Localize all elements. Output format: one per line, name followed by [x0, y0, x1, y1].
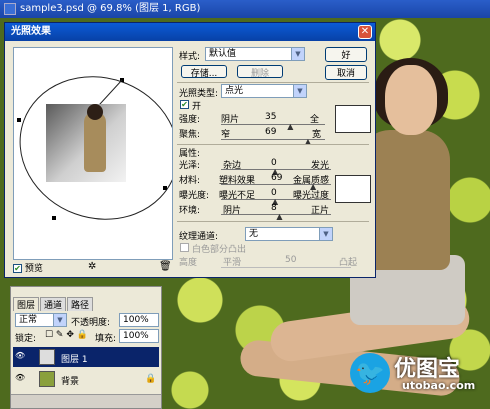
texture-channel-dropdown[interactable]: 无 ▼ [245, 227, 333, 241]
layers-panel: 图层 通道 路径 正常 ▼ 不透明度: 100% 锁定: ☐ ✎ ✥ 🔒 填充: 10… [10, 286, 162, 409]
style-dropdown[interactable]: 默认值 ▼ [205, 47, 305, 61]
document-title-bar: sample3.psd @ 69.8% (图层 1, RGB) [0, 0, 490, 18]
tab-channels[interactable]: 通道 [40, 297, 67, 311]
preview-label: 预览 [24, 264, 43, 274]
preview-thumbnail [46, 104, 126, 182]
gloss-label: 光泽: [179, 161, 201, 171]
fill-label: 填充: [95, 334, 117, 344]
opacity-input[interactable]: 100% [119, 313, 159, 327]
white-high-checkbox[interactable] [180, 243, 189, 252]
delete-button[interactable]: 删除 [237, 65, 283, 79]
photoshop-icon [4, 3, 16, 15]
document-title: sample3.psd @ 69.8% (图层 1, RGB) [20, 3, 201, 14]
ambient-color-swatch[interactable] [335, 175, 371, 203]
lock-icon: 🔒 [145, 374, 157, 384]
dialog-title-bar: 光照效果 ✕ [5, 23, 375, 41]
trash-icon[interactable]: 🗑 [159, 261, 172, 272]
focus-label: 聚焦: [179, 130, 201, 140]
ambience-label: 环境: [179, 206, 201, 216]
eye-icon[interactable]: 👁 [15, 351, 25, 361]
intensity-value: 35 [265, 112, 277, 122]
bird-logo-icon: 🐦 [350, 353, 390, 393]
style-label: 样式: [179, 52, 201, 62]
light-on-checkbox[interactable]: ✔ [180, 100, 189, 109]
lock-icons[interactable]: ☐ ✎ ✥ 🔒 [45, 330, 88, 340]
light-on-label: 开 [192, 102, 202, 112]
fill-input[interactable]: 100% [119, 329, 159, 343]
texture-channel-label: 纹理通道: [179, 232, 219, 242]
layers-tabs: 图层 通道 路径 [13, 297, 94, 311]
ok-button[interactable]: 好 [325, 47, 367, 62]
layer-row-layer1[interactable]: 👁 图层 1 [13, 347, 159, 367]
light-preview-area[interactable] [13, 47, 173, 260]
save-button[interactable]: 存储... [181, 65, 227, 79]
layer-name: 背景 [61, 377, 80, 387]
watermark: 🐦 优图宝 utobao.com [350, 345, 490, 409]
material-label: 材料: [179, 176, 201, 186]
height-value: 50 [285, 255, 297, 265]
tab-paths[interactable]: 路径 [67, 297, 94, 311]
focus-value: 69 [265, 127, 277, 137]
lighting-effects-dialog: 光照效果 ✕ ✔ 预览 ✲ 🗑 样式: 默认值 ▼ 存储... 删除 好 取消 光… [4, 22, 376, 278]
ambience-slider[interactable]: ▲ [276, 212, 282, 221]
tab-layers[interactable]: 图层 [13, 297, 40, 311]
intensity-label: 强度: [179, 115, 201, 125]
layer-row-background[interactable]: 👁 背景 🔒 [13, 369, 159, 389]
layer-thumbnail [39, 349, 55, 365]
watermark-url: utobao.com [402, 379, 476, 392]
blend-mode-dropdown[interactable]: 正常 ▼ [15, 313, 67, 327]
intensity-slider[interactable]: ▲ [287, 122, 293, 131]
layer-name: 图层 1 [61, 355, 88, 365]
light-type-dropdown[interactable]: 点光 ▼ [221, 84, 307, 98]
opacity-label: 不透明度: [71, 318, 111, 328]
material-value: 69 [271, 173, 283, 183]
light-type-label: 光照类型: [179, 89, 219, 99]
white-high-label: 白色部分凸出 [192, 245, 247, 255]
preview-checkbox[interactable]: ✔ [13, 264, 22, 273]
exposure-label: 曝光度: [179, 191, 210, 201]
cancel-button[interactable]: 取消 [325, 65, 367, 80]
light-bulb-icon[interactable]: ✲ [88, 261, 96, 272]
eye-icon[interactable]: 👁 [15, 373, 25, 383]
height-label: 高度 [179, 258, 198, 268]
dialog-title: 光照效果 [11, 26, 51, 37]
light-color-swatch[interactable] [335, 105, 371, 133]
close-icon[interactable]: ✕ [358, 25, 372, 39]
lock-label: 锁定: [15, 334, 37, 344]
layers-toolbar[interactable] [11, 394, 161, 408]
layer-thumbnail [39, 371, 55, 387]
